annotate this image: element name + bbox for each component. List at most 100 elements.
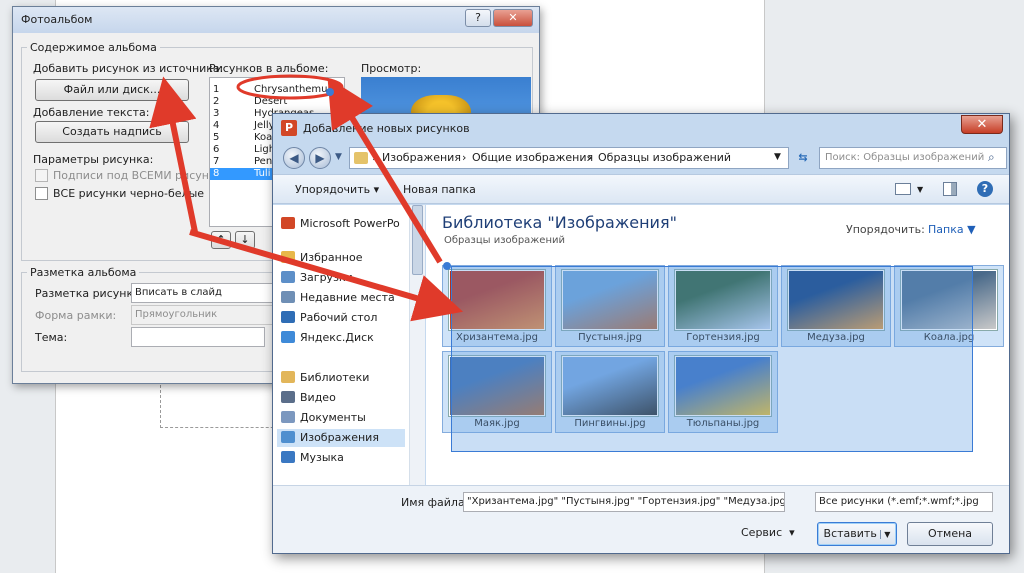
album-close-button[interactable]: ✕	[493, 9, 533, 27]
nav-item[interactable]: Загрузки	[281, 269, 353, 287]
nav-item-label: Рабочий стол	[300, 311, 378, 324]
insert-button[interactable]: Вставить ▼	[817, 522, 897, 546]
path-segment-3[interactable]: Образцы изображений	[598, 151, 731, 164]
nav-item-label: Изображения	[300, 431, 379, 444]
library-subtitle: Образцы изображений	[444, 235, 565, 246]
folder-icon	[354, 152, 368, 164]
nav-item-icon	[281, 371, 295, 383]
insert-from-label: Добавить рисунок из источника:	[33, 62, 224, 75]
insert-pictures-dialog: P Добавление новых рисунков ✕ ◀ ▶ ▼ › Из…	[272, 113, 1010, 554]
nav-item[interactable]: Яндекс.Диск	[281, 329, 374, 347]
filename-label: Имя файла:	[401, 496, 469, 509]
picture-name: Desert	[254, 96, 288, 107]
file-type-select[interactable]: Все рисунки (*.emf;*.wmf;*.jpg	[815, 492, 993, 512]
nav-scrollbar[interactable]	[409, 205, 425, 485]
picture-number: 8	[213, 168, 220, 179]
nav-item-label: Избранное	[300, 251, 363, 264]
view-options-icon[interactable]	[895, 183, 911, 195]
nav-item[interactable]: Избранное	[281, 249, 362, 267]
search-placeholder: Поиск: Образцы изображений	[825, 152, 985, 163]
nav-item-label: Видео	[300, 391, 336, 404]
album-titlebar: Фотоальбом ? ✕	[13, 7, 539, 33]
search-icon: ⌕	[988, 150, 995, 164]
organize-button[interactable]: Упорядочить ▾	[295, 183, 379, 196]
new-folder-button[interactable]: Новая папка	[403, 183, 476, 196]
picture-number: 1	[213, 84, 220, 95]
file-dialog-close-button[interactable]: ✕	[961, 115, 1003, 134]
arrange-by-value: Папка	[928, 223, 964, 236]
back-arrow-icon[interactable]: ◀	[283, 147, 305, 169]
navigation-pane: Microsoft PowerPo Избранное Загрузки Недавн…	[273, 205, 413, 485]
forward-arrow-icon[interactable]: ▶	[309, 147, 331, 169]
nav-item-icon	[281, 331, 295, 343]
file-dialog-title: Добавление новых рисунков	[303, 122, 470, 135]
move-down-button[interactable]: ↓	[235, 231, 255, 249]
nav-item-icon	[281, 391, 295, 403]
picture-number: 5	[213, 132, 220, 143]
file-toolbar: Упорядочить ▾ Новая папка ▼ ?	[273, 174, 1009, 204]
library-title: Библиотека "Изображения"	[442, 213, 677, 232]
selection-rectangle	[451, 266, 973, 452]
nav-item[interactable]: Изображения	[277, 429, 405, 447]
picture-name: Pen	[254, 156, 273, 167]
captions-checkbox[interactable]	[35, 169, 48, 182]
nav-item-icon	[281, 311, 295, 323]
picture-number: 2	[213, 96, 220, 107]
picture-number: 6	[213, 144, 220, 155]
picture-options-label: Параметры рисунка:	[33, 153, 154, 166]
path-segment-1[interactable]: Изображения	[382, 151, 461, 164]
nav-item-icon	[281, 217, 295, 229]
help-button[interactable]: ?	[465, 9, 491, 27]
search-box[interactable]: Поиск: Образцы изображений ⌕	[819, 147, 1007, 169]
add-text-label: Добавление текста:	[33, 106, 150, 119]
powerpoint-icon: P	[281, 120, 297, 136]
theme-label: Тема:	[35, 331, 68, 344]
nav-item-label: Библиотеки	[300, 371, 370, 384]
path-segment-2[interactable]: Общие изображения	[472, 151, 593, 164]
nav-scroll-thumb[interactable]	[412, 205, 423, 275]
theme-input[interactable]	[131, 327, 265, 347]
file-dialog-footer: Имя файла: "Хризантема.jpg" "Пустыня.jpg…	[273, 485, 1009, 553]
move-up-button[interactable]: ↑	[211, 231, 231, 249]
nav-item[interactable]: Музыка	[281, 449, 344, 467]
picture-name: Chrysanthemum	[254, 84, 338, 95]
nav-item-icon	[281, 271, 295, 283]
nav-item-label: Microsoft PowerPo	[300, 217, 400, 230]
nav-item-icon	[281, 251, 295, 263]
tools-label: Сервис	[741, 526, 783, 539]
history-dropdown-icon[interactable]: ▼	[335, 152, 345, 162]
address-bar[interactable]: › Изображения › Общие изображения › Обра…	[349, 147, 789, 169]
new-text-box-button[interactable]: Создать надпись	[35, 121, 189, 143]
filename-input[interactable]: "Хризантема.jpg" "Пустыня.jpg" "Гортензи…	[463, 492, 785, 512]
organize-label: Упорядочить	[295, 183, 371, 196]
insert-label: Вставить	[823, 527, 877, 540]
picture-name: Koa	[254, 132, 273, 143]
cancel-button[interactable]: Отмена	[907, 522, 993, 546]
album-picture-item[interactable]: 2 Desert	[210, 96, 344, 108]
picture-number: 4	[213, 120, 220, 131]
album-picture-item[interactable]: 1 Chrysanthemum	[210, 84, 344, 96]
address-dropdown-icon[interactable]: ▼	[774, 152, 781, 162]
nav-item[interactable]: Библиотеки	[281, 369, 369, 387]
arrange-by-dropdown[interactable]: Папка ▼	[928, 223, 976, 236]
preview-pane-icon[interactable]	[943, 182, 957, 196]
nav-item[interactable]: Видео	[281, 389, 336, 407]
nav-item[interactable]: Документы	[281, 409, 366, 427]
view-dropdown-icon[interactable]: ▼	[917, 185, 923, 194]
frame-shape-label: Форма рамки:	[35, 309, 117, 322]
help-icon[interactable]: ?	[977, 181, 993, 197]
tools-dropdown[interactable]: Сервис ▾	[741, 526, 795, 539]
black-white-checkbox[interactable]	[35, 187, 48, 200]
nav-item-label: Музыка	[300, 451, 344, 464]
file-or-disk-button[interactable]: Файл или диск...	[35, 79, 189, 101]
pictures-in-album-label: Рисунков в альбоме:	[209, 62, 329, 75]
nav-item[interactable]: Microsoft PowerPo	[281, 215, 400, 233]
insert-dropdown-icon[interactable]: ▼	[880, 530, 891, 539]
arrange-by-label: Упорядочить:	[846, 223, 925, 236]
nav-item[interactable]: Недавние места	[281, 289, 395, 307]
album-content-legend: Содержимое альбома	[27, 41, 160, 54]
nav-item-label: Загрузки	[300, 271, 353, 284]
nav-item[interactable]: Рабочий стол	[281, 309, 377, 327]
refresh-icon[interactable]: ⇆	[793, 148, 813, 168]
nav-item-icon	[281, 291, 295, 303]
